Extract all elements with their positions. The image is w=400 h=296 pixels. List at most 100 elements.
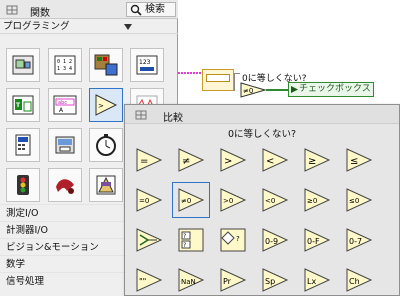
greater-or-equal-node[interactable]: ≥ — [303, 147, 331, 173]
synchronization-icon — [56, 179, 74, 194]
comparison-palette-titlebar[interactable]: 比較 — [125, 105, 399, 124]
array-icon: 0 1 21 3 4 — [54, 55, 76, 75]
string-tile[interactable]: abc A — [48, 88, 82, 122]
comparison-tile[interactable]: > — [89, 88, 123, 122]
cluster-tile[interactable] — [89, 48, 123, 82]
char-class-node[interactable]: Ch — [345, 267, 373, 293]
svg-text:123: 123 — [139, 59, 151, 66]
not-equal-to-zero-node[interactable]: ≠0 — [240, 82, 266, 98]
graphics-sound-tile[interactable] — [89, 168, 123, 202]
svg-text:≥0: ≥0 — [307, 197, 317, 205]
svg-text:≠0: ≠0 — [243, 87, 253, 95]
dialog-ui-tile[interactable] — [6, 168, 40, 202]
svg-text:>: > — [224, 156, 232, 167]
search-icon — [130, 4, 142, 16]
svg-text:?: ? — [183, 233, 186, 240]
max-min-node[interactable]: ?? — [177, 227, 205, 253]
svg-text:≥: ≥ — [308, 156, 316, 167]
svg-text:0-7: 0-7 — [349, 237, 362, 246]
equal-to-zero-node[interactable]: =0 — [135, 187, 163, 213]
svg-text:≠: ≠ — [182, 156, 190, 167]
functions-palette-titlebar[interactable]: 関数 検索 — [0, 0, 178, 19]
block-diagram[interactable]: 0に等しくない? ≠0 チェックボックス — [178, 0, 400, 108]
numeric-control-terminal[interactable] — [202, 69, 234, 91]
application-control-tile[interactable] — [6, 128, 40, 162]
numeric-wire[interactable] — [178, 72, 202, 74]
numeric-tile[interactable]: 123 — [130, 48, 164, 82]
printable-node[interactable]: Pr — [219, 267, 247, 293]
svg-text:≠0: ≠0 — [181, 197, 191, 205]
boolean-tile[interactable]: T — [6, 88, 40, 122]
svg-text:>0: >0 — [223, 197, 233, 205]
comparison-palette: 比較 0に等しくない? = ≠ > < ≥ ≤ =0 ≠0 >0 <0 ≥0 ≤… — [124, 104, 400, 296]
greater-or-equal-zero-node[interactable]: ≥0 — [303, 187, 331, 213]
numeric-icon: 123 — [136, 55, 158, 75]
not-equal-to-zero-node[interactable]: ≠0 — [172, 182, 210, 218]
boolean-wire[interactable] — [266, 89, 288, 91]
svg-text:Pr: Pr — [223, 277, 232, 286]
decimal-digit-node[interactable]: 0-9 — [261, 227, 289, 253]
svg-text:?: ? — [183, 242, 186, 249]
svg-text:<: < — [266, 156, 274, 167]
category-programming[interactable]: プログラミング — [0, 20, 178, 34]
pin-icon[interactable] — [6, 4, 18, 16]
array-tile[interactable]: 0 1 21 3 4 — [48, 48, 82, 82]
svg-text:Lx: Lx — [307, 277, 316, 286]
less-than-zero-node[interactable]: <0 — [261, 187, 289, 213]
synchronization-tile[interactable] — [48, 168, 82, 202]
cluster-icon — [94, 54, 118, 76]
category-label: プログラミング — [3, 21, 70, 32]
graphics-icon — [96, 175, 116, 195]
comparison-palette-title: 比較 — [163, 113, 183, 124]
structures-icon — [12, 55, 34, 75]
equal-node[interactable]: = — [135, 147, 163, 173]
hover-function-label: 0に等しくない? — [227, 129, 297, 140]
svg-text:=: = — [140, 156, 148, 167]
svg-text:1 3 4: 1 3 4 — [57, 66, 72, 72]
svg-text:<0: <0 — [265, 197, 275, 205]
file-io-tile[interactable] — [48, 128, 82, 162]
svg-text:0 1 2: 0 1 2 — [57, 59, 72, 65]
svg-text:0-F: 0-F — [307, 237, 320, 246]
svg-text:?: ? — [236, 235, 240, 243]
less-or-equal-node[interactable]: ≤ — [345, 147, 373, 173]
svg-text:>: > — [98, 102, 104, 110]
hex-digit-node[interactable]: 0-F — [303, 227, 331, 253]
pin-icon[interactable] — [135, 109, 147, 121]
application-control-icon — [15, 134, 31, 156]
svg-text:=0: =0 — [139, 197, 149, 205]
svg-text:0-9: 0-9 — [265, 237, 278, 246]
checkbox-indicator-terminal[interactable]: チェックボックス — [288, 82, 374, 97]
string-icon: abc A — [53, 95, 77, 115]
greater-than-zero-node[interactable]: >0 — [219, 187, 247, 213]
search-label: 検索 — [145, 4, 165, 15]
indicator-label: チェックボックス — [299, 84, 371, 94]
svg-text:Sp: Sp — [265, 277, 275, 286]
arrow-right-icon — [291, 86, 298, 93]
svg-text:Ch: Ch — [349, 277, 360, 286]
less-or-equal-zero-node[interactable]: ≤0 — [345, 187, 373, 213]
octal-digit-node[interactable]: 0-7 — [345, 227, 373, 253]
svg-text:≤: ≤ — [350, 156, 358, 167]
empty-string-node[interactable]: "" — [135, 267, 163, 293]
white-space-node[interactable]: Sp — [261, 267, 289, 293]
not-a-number-node[interactable]: NaN — [177, 267, 205, 293]
dialog-ui-icon — [17, 175, 29, 195]
lexical-class-node[interactable]: Lx — [303, 267, 331, 293]
greater-node[interactable]: > — [219, 147, 247, 173]
not-equal-node[interactable]: ≠ — [177, 147, 205, 173]
comparison-icon: > — [95, 94, 118, 116]
search-button[interactable]: 検索 — [126, 2, 176, 17]
clock-icon — [96, 134, 116, 156]
svg-text:≤0: ≤0 — [349, 197, 359, 205]
less-node[interactable]: < — [261, 147, 289, 173]
select-node[interactable] — [135, 227, 163, 253]
structures-tile[interactable] — [6, 48, 40, 82]
boolean-icon: T — [12, 95, 34, 115]
timing-tile[interactable] — [89, 128, 123, 162]
in-range-coerce-node[interactable]: ? — [219, 227, 247, 253]
triangle-down-icon — [124, 24, 132, 30]
svg-text:NaN: NaN — [181, 278, 196, 286]
numeric-terminal-display — [206, 74, 230, 82]
svg-text:abc: abc — [58, 100, 67, 106]
